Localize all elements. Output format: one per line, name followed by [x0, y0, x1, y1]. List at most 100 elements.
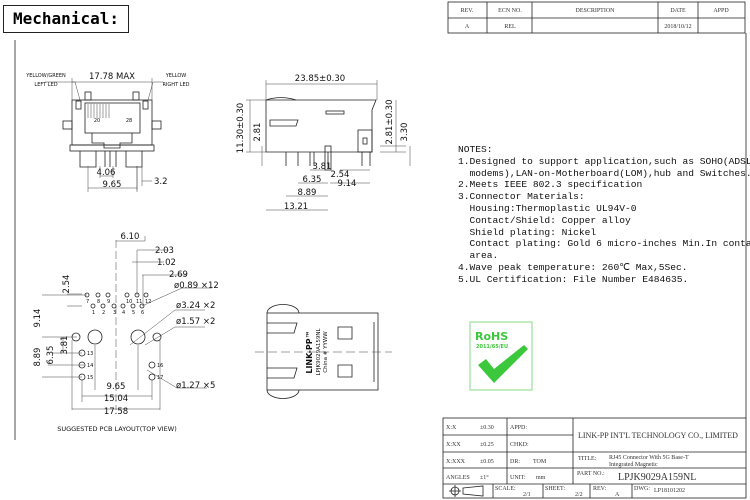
title-label: TITLE:	[578, 456, 597, 462]
date-cell: 2018/10/12	[664, 24, 691, 30]
dim-9-65: 9.65	[103, 180, 122, 190]
company-name: LINK-PP INT'L TECHNOLOGY CO., LIMITED	[578, 431, 738, 440]
note-line: 4.Wave peak temperature: 260℃ Max,5Sec.	[458, 261, 688, 273]
pcb-caption: SUGGESTED PCB LAYOUT(TOP VIEW)	[57, 425, 177, 433]
pcb-pin-hole	[120, 303, 126, 309]
note-line: 5.UL Certification: File Number E484635.	[458, 273, 689, 285]
dim-23-85: 23.85±0.30	[295, 74, 345, 84]
scale-value: 2/1	[523, 492, 531, 498]
left-led-label-2: LEFT LED	[34, 82, 57, 88]
callout-0-89: ø0.89 ×12	[174, 281, 219, 291]
right-led-label: YELLOW	[165, 73, 187, 79]
tol-value: ±1°	[480, 474, 489, 481]
rohs-label: RoHS	[475, 330, 508, 343]
rohs-directive: 2011/65/EU	[476, 344, 508, 350]
dim-3-81: 3.81	[60, 336, 70, 355]
part-marking: LPJK9029A159NL	[316, 328, 322, 376]
dwg-label: DWG:	[634, 486, 650, 492]
notes-heading: NOTES:	[458, 144, 493, 155]
title-block: X:X ±0.30 X:XX ±0.25 X:XXX ±0.05 ANGLES ±1° …	[442, 417, 747, 499]
tol-value: ±0.25	[480, 442, 494, 448]
front-view: 17.78 MAX YELLOW/GREEN LEFT LED YELLOW R…	[25, 72, 190, 192]
ecn-header: ECN NO.	[498, 8, 522, 14]
pin-number-label: 1	[92, 310, 95, 316]
appd-header: APPD	[713, 8, 729, 14]
pcb-pin-hole	[105, 292, 111, 298]
part-no-label: PART NO.:	[577, 471, 605, 477]
pin-number-label: 2	[102, 310, 105, 316]
note-line: area.	[458, 250, 499, 262]
dim-8-89: 8.89	[298, 188, 317, 198]
dim-3-81: 3.81	[313, 162, 332, 172]
rohs-logo: RoHS 2011/65/EU	[469, 321, 533, 391]
pin-number-label: 9	[107, 299, 110, 305]
callout-1-57: ø1.57 ×2	[176, 317, 215, 327]
top-view: LINK-PP™ LPJK9029A159NL China # YYWW	[255, 304, 392, 399]
pcb-layout: 7 8 9 10 11 121 2 3 4 5 61314151617 6.10 2.03 1.02…	[33, 232, 219, 433]
pin-number-label: 7	[86, 299, 89, 305]
note-line: Housing:Thermoplastic UL94V-0	[458, 202, 637, 214]
pin-number-label: 5	[132, 310, 135, 316]
pin-number-label: 4	[122, 310, 125, 316]
callout-3-24: ø3.24 ×2	[176, 301, 215, 311]
pcb-pin-hole	[100, 303, 106, 309]
projection-symbol-icon	[449, 485, 484, 497]
note-line: Shield plating: Nickel	[458, 226, 597, 238]
unit-value: mm	[536, 475, 546, 481]
dr-label: DR:	[510, 459, 520, 465]
pcb-pin-hole	[148, 373, 156, 381]
dim-3-30: 3.30	[400, 123, 410, 142]
pin-number-label: 14	[87, 363, 93, 369]
dim-3-2: 3.2	[154, 177, 168, 187]
ecn-cell: REL	[504, 24, 516, 30]
tol-label: X:XX	[446, 442, 461, 448]
left-led-label: YELLOW/GREEN	[25, 73, 66, 79]
note-line: Contact/Shield: Copper alloy	[458, 214, 631, 226]
dim-2-54: 2.54	[62, 275, 72, 294]
pcb-pin-hole	[130, 303, 136, 309]
dr-value: TOM	[533, 459, 547, 465]
date-header: DATE	[670, 8, 686, 14]
dim-2-81: 2.81	[253, 123, 263, 142]
brand-logo: LINK-PP™	[305, 330, 314, 373]
dim-9-14: 9.14	[338, 179, 357, 189]
unit-label: UNIT:	[510, 475, 526, 481]
note-line: 3.Connector Materials:	[458, 191, 585, 203]
pin-number-label: 6	[141, 310, 144, 316]
rev-header: REV.	[461, 8, 474, 14]
pin-number-label: 13	[87, 351, 93, 357]
title-line-2: Integrated Magnetic	[609, 462, 658, 468]
pin-number-label: 8	[97, 299, 100, 305]
tol-label: X:XXX	[446, 459, 466, 465]
pcb-pin-hole	[143, 292, 149, 298]
sheet-label: SHEET:	[545, 486, 565, 492]
appd-label: APPD:	[510, 425, 527, 431]
dim-6-10: 6.10	[121, 232, 140, 242]
dim-6-35: 6.35	[46, 346, 56, 365]
dwg-value: LP18101202	[654, 488, 685, 494]
dim-13-21: 13.21	[284, 202, 308, 212]
dim-15-04: 15.04	[104, 394, 128, 404]
pin-number-label: 3	[113, 310, 116, 316]
callout-1-27: ø1.27 ×5	[176, 381, 215, 391]
pcb-pin-hole	[111, 303, 117, 309]
dim-11-30: 11.30±0.30	[236, 103, 246, 153]
right-led-label-2: RIGHT LED	[162, 82, 189, 88]
sheet-value: 2/2	[575, 492, 583, 498]
rev-value: A	[615, 492, 620, 498]
description-header: DESCRIPTION	[575, 8, 615, 14]
pin-label: 28	[126, 118, 132, 124]
dim-2-03: 2.03	[155, 246, 174, 256]
pin-number-label: 10	[126, 299, 132, 305]
dim-9-65: 9.65	[107, 382, 126, 392]
tol-value: ±0.30	[480, 425, 494, 431]
dim-6-35: 6.35	[303, 175, 322, 185]
title-line-1: RJ45 Connector With 5G Base-T	[609, 455, 689, 461]
pcb-pin-hole	[148, 361, 156, 369]
tol-value: ±0.05	[480, 459, 494, 465]
part-number: LPJK9029A159NL	[618, 472, 696, 483]
pcb-pin-hole	[124, 292, 130, 298]
dim-17-78: 17.78 MAX	[89, 72, 135, 82]
note-line: 2.Meets IEEE 802.3 specification	[458, 179, 643, 191]
pin-number-label: 15	[87, 375, 93, 381]
